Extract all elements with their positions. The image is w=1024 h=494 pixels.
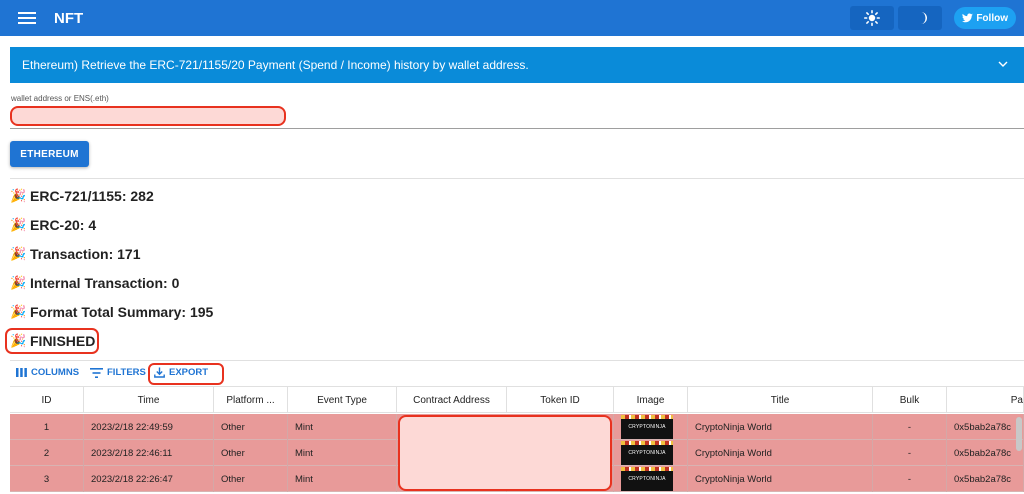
export-highlight [148, 363, 224, 385]
col-header-contract-address[interactable]: Contract Address [397, 387, 507, 413]
cell-id: 2 [10, 440, 84, 466]
cell-payment: 0x5bab2a78c [947, 440, 1024, 466]
twitter-follow-button[interactable]: Follow [954, 7, 1016, 29]
redacted-contract-token-highlight [398, 415, 612, 491]
col-header-image[interactable]: Image [614, 387, 688, 413]
twitter-icon [962, 13, 974, 23]
party-popper-icon: 🎉 [10, 304, 27, 319]
description-accordion[interactable]: Ethereum) Retrieve the ERC-721/1155/20 P… [10, 47, 1024, 83]
cell-image: CRYPTONINJA [614, 414, 688, 440]
cell-id: 1 [10, 414, 84, 440]
columns-button[interactable]: COLUMNS [16, 367, 79, 378]
col-header-time[interactable]: Time [84, 387, 214, 413]
cell-payment: 0x5bab2a78c [947, 414, 1024, 440]
dark-mode-button[interactable] [898, 6, 943, 30]
cell-bulk: - [873, 440, 947, 466]
columns-label: COLUMNS [31, 367, 80, 378]
col-header-token-id[interactable]: Token ID [507, 387, 614, 413]
nft-thumbnail-caption: CRYPTONINJA [628, 476, 666, 482]
cell-bulk: - [873, 414, 947, 440]
nft-thumbnail-caption: CRYPTONINJA [628, 450, 666, 456]
cell-platform: Other [214, 414, 288, 440]
filters-label: FILTERS [107, 367, 146, 378]
stat-label: Transaction: 171 [30, 246, 141, 262]
wallet-address-input[interactable] [10, 106, 286, 126]
section-divider [10, 178, 1024, 179]
stat-label: ERC-721/1155: 282 [30, 188, 154, 204]
stat-label: Internal Transaction: 0 [30, 275, 180, 291]
stat-internal-transaction: 🎉 Internal Transaction: 0 [10, 273, 179, 293]
col-header-event-type[interactable]: Event Type [288, 387, 397, 413]
moon-icon [921, 12, 928, 24]
stat-erc20: 🎉 ERC-20: 4 [10, 215, 96, 235]
cell-time: 2023/2/18 22:49:59 [84, 414, 214, 440]
stat-format-total-summary: 🎉 Format Total Summary: 195 [10, 302, 213, 322]
history-data-grid: ID Time Platform ... Event Type Contract… [10, 386, 1024, 494]
cell-image: CRYPTONINJA [614, 466, 688, 492]
light-mode-button[interactable] [850, 6, 895, 30]
app-bar: NFT Follow [0, 0, 1024, 36]
stat-transaction: 🎉 Transaction: 171 [10, 244, 141, 264]
party-popper-icon: 🎉 [10, 217, 27, 232]
grid-header: ID Time Platform ... Event Type Contract… [10, 387, 1024, 413]
columns-icon [16, 368, 27, 377]
party-popper-icon: 🎉 [10, 188, 27, 203]
cell-title: CryptoNinja World [688, 466, 873, 492]
menu-icon[interactable] [18, 12, 36, 24]
finished-highlight [5, 328, 99, 354]
cell-id: 3 [10, 466, 84, 492]
nft-thumbnail-caption: CRYPTONINJA [628, 424, 666, 430]
cell-event-type: Mint [288, 414, 397, 440]
stat-label: Format Total Summary: 195 [30, 304, 214, 320]
nft-thumbnail[interactable]: CRYPTONINJA [621, 415, 673, 439]
col-header-payment[interactable]: Pa [947, 387, 1024, 413]
filters-button[interactable]: FILTERS [90, 367, 146, 378]
nft-thumbnail[interactable]: CRYPTONINJA [621, 441, 673, 465]
cell-image: CRYPTONINJA [614, 440, 688, 466]
vertical-scrollbar[interactable] [1016, 417, 1022, 451]
chevron-down-icon[interactable] [998, 61, 1008, 68]
nft-thumbnail[interactable]: CRYPTONINJA [621, 467, 673, 491]
stat-erc721: 🎉 ERC-721/1155: 282 [10, 186, 154, 206]
ethereum-button[interactable]: ETHEREUM [10, 141, 89, 167]
cell-bulk: - [873, 466, 947, 492]
cell-payment: 0x5bab2a78c [947, 466, 1024, 492]
col-header-id[interactable]: ID [10, 387, 84, 413]
cell-time: 2023/2/18 22:46:11 [84, 440, 214, 466]
input-underline [10, 128, 1024, 129]
cell-title: CryptoNinja World [688, 414, 873, 440]
sun-icon [864, 10, 881, 26]
party-popper-icon: 🎉 [10, 275, 27, 290]
party-popper-icon: 🎉 [10, 246, 27, 261]
follow-label: Follow [976, 12, 1008, 24]
col-header-bulk[interactable]: Bulk [873, 387, 947, 413]
appbar-actions: Follow [850, 6, 1016, 30]
cell-platform: Other [214, 440, 288, 466]
description-text: Ethereum) Retrieve the ERC-721/1155/20 P… [22, 58, 529, 72]
stat-label: ERC-20: 4 [30, 217, 97, 233]
wallet-input-label: wallet address or ENS(.eth) [11, 94, 109, 103]
cell-event-type: Mint [288, 466, 397, 492]
cell-title: CryptoNinja World [688, 440, 873, 466]
app-title: NFT [54, 9, 84, 27]
col-header-title[interactable]: Title [688, 387, 873, 413]
grid-toolbar: COLUMNS FILTERS EXPORT [10, 360, 1024, 386]
col-header-platform[interactable]: Platform ... [214, 387, 288, 413]
cell-time: 2023/2/18 22:26:47 [84, 466, 214, 492]
filter-icon [90, 367, 103, 378]
cell-event-type: Mint [288, 440, 397, 466]
cell-platform: Other [214, 466, 288, 492]
